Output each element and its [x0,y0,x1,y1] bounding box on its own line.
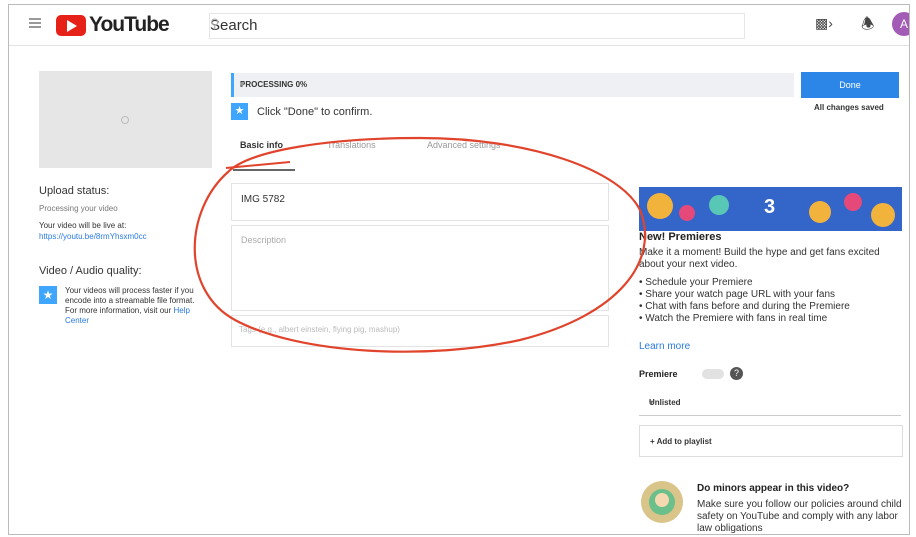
premieres-bullets: • Schedule your Premiere • Share your wa… [639,277,899,325]
video-camera-icon[interactable]: ▩› [815,15,833,32]
quality-label: Video / Audio quality: [39,265,142,277]
star-icon: ★ [231,103,248,120]
description-placeholder: Description [241,235,287,245]
premieres-title: New! Premieres [639,231,722,243]
avatar[interactable]: A [892,12,909,36]
loading-spinner-icon [121,116,129,124]
search-input[interactable]: Search ⚲ [209,13,745,39]
tab-translations[interactable]: Translations [327,140,376,150]
hamburger-menu-icon[interactable] [29,18,41,28]
list-item: • Schedule your Premiere [639,277,753,288]
video-url-link[interactable]: https://youtu.be/8rmYhsxm0cc [39,232,147,241]
youtube-logo[interactable]: YouTube [56,13,170,37]
list-item: • Share your watch page URL with your fa… [639,289,836,300]
minors-title: Do minors appear in this video? [697,483,850,494]
confirm-hint: Click "Done" to confirm. [257,106,373,118]
premieres-banner: 3 [639,187,902,231]
premieres-description: Make it a moment! Build the hype and get… [639,247,880,270]
tags-placeholder: Tags (e.g., albert einstein, flying pig,… [239,325,400,334]
browser-frame: YouTube Search ⚲ ▩› 🕭 A Upload status: P… [8,4,910,535]
upload-status-label: Upload status: [39,185,110,197]
search-icon[interactable]: ⚲ [210,16,732,32]
chevron-down-icon[interactable]: ▾ [240,79,788,90]
banner-number: 3 [764,196,776,218]
tab-basic-info[interactable]: Basic info [240,140,283,150]
youtube-play-icon [56,14,86,36]
list-item: • Chat with fans before and during the P… [639,301,850,312]
learn-more-link[interactable]: Learn more [639,341,690,352]
bell-icon[interactable]: 🕭 [861,14,874,39]
video-live-text: Your video will be live at: [39,221,127,230]
top-header: YouTube Search ⚲ ▩› 🕭 A [9,5,909,46]
processing-progress-bar: PROCESSING 0% ▾ [231,73,794,97]
add-to-playlist-label: + Add to playlist [650,437,712,446]
list-item: • Watch the Premiere with fans in real t… [639,313,828,324]
minors-description: Make sure you follow our policies around… [697,499,902,534]
quality-text: Your videos will process faster if you e… [65,286,205,326]
info-icon: ★ [39,286,57,304]
child-safety-illustration [641,481,683,523]
chevron-down-icon: ▾ [649,398,654,407]
saved-status: All changes saved [814,103,884,112]
add-to-playlist-button[interactable]: + Add to playlist [639,425,903,457]
title-field[interactable] [231,183,609,221]
premiere-toggle[interactable] [702,369,724,379]
title-value: IMG 5782 [241,194,285,205]
active-tab-indicator [233,169,295,171]
video-thumbnail [39,71,212,168]
help-icon[interactable]: ? [730,367,743,380]
visibility-select[interactable]: Unlisted ▾ [639,389,901,416]
done-button[interactable]: Done [801,72,899,98]
processing-status-text: Processing your video [39,204,118,213]
description-field[interactable] [231,225,609,311]
logo-text: YouTube [89,13,170,36]
tab-advanced-settings[interactable]: Advanced settings [427,140,501,150]
premiere-label: Premiere [639,369,678,379]
